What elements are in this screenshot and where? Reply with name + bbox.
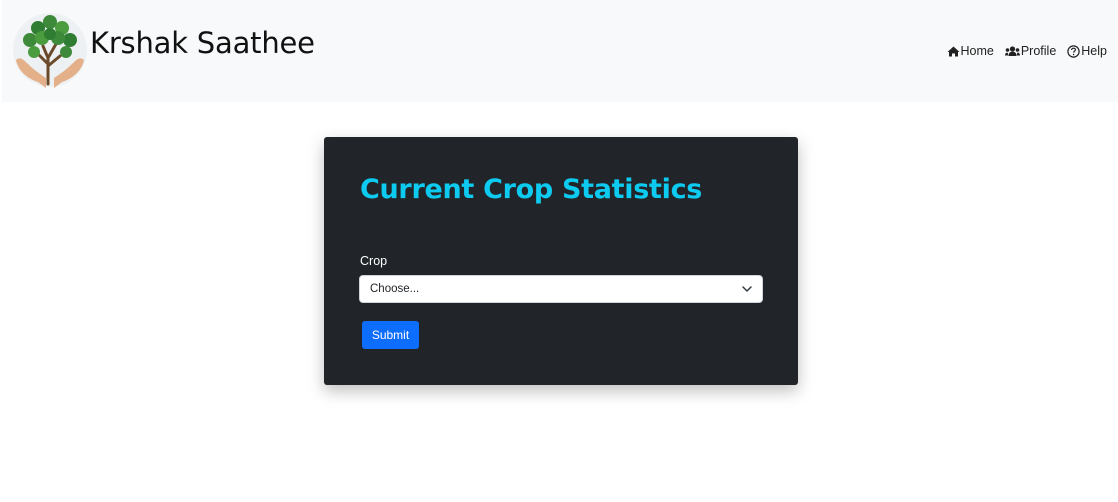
crop-label: Crop — [360, 254, 388, 268]
page-title: Current Crop Statistics — [360, 174, 703, 205]
crop-select-value: Choose... — [370, 283, 420, 295]
chevron-down-icon — [742, 286, 752, 292]
nav-profile-label: Profile — [1020, 44, 1057, 58]
nav-profile-link[interactable]: Profile — [1004, 44, 1057, 58]
crop-select[interactable]: Choose... — [359, 275, 763, 303]
nav-help-label: Help — [1081, 44, 1107, 58]
crop-statistics-card: Current Crop Statistics Crop Choose... S… — [324, 137, 798, 385]
submit-button[interactable]: Submit — [362, 321, 419, 349]
home-icon — [947, 46, 959, 56]
brand-name[interactable]: Krshak Saathee — [90, 26, 315, 60]
nav-home-label: Home — [960, 44, 994, 58]
navbar: Krshak Saathee Home Profile Help — [2, 0, 1118, 102]
nav-help-link[interactable]: Help — [1067, 44, 1107, 58]
tree-in-hands-logo[interactable] — [12, 8, 88, 94]
nav-links: Home Profile Help — [947, 44, 1107, 58]
users-icon — [1004, 45, 1020, 56]
nav-home-link[interactable]: Home — [947, 44, 994, 58]
help-circle-icon — [1067, 44, 1080, 58]
